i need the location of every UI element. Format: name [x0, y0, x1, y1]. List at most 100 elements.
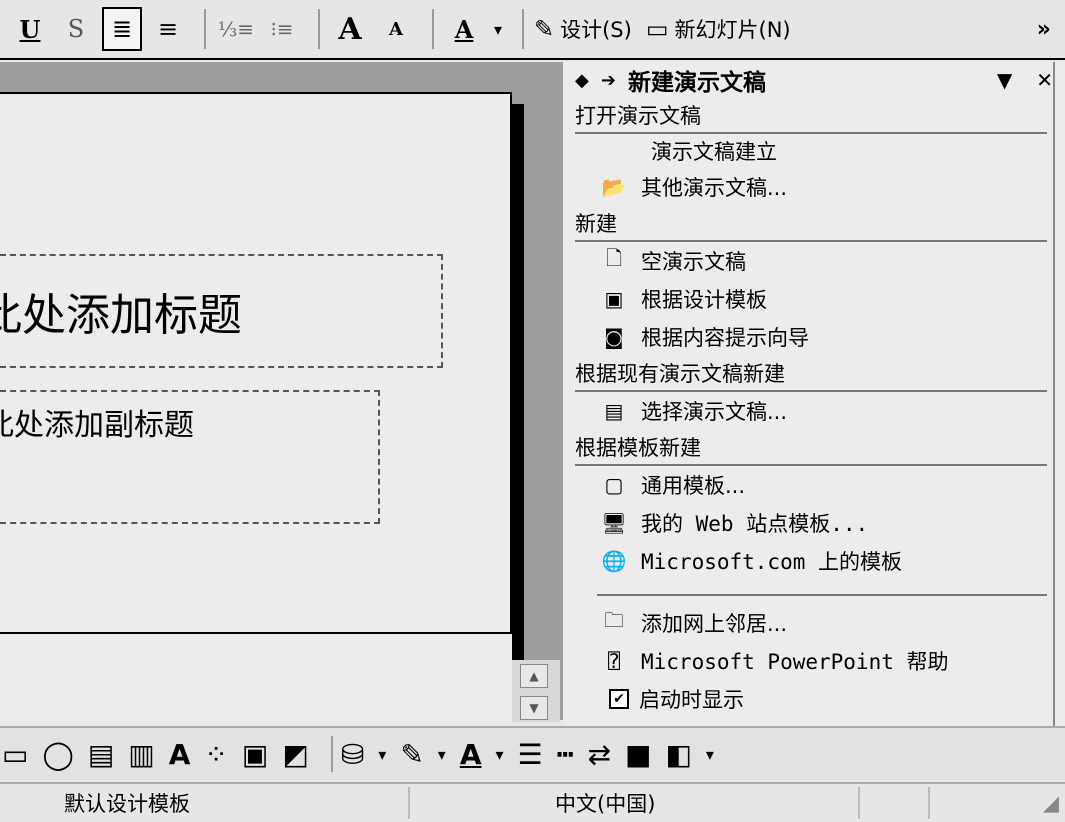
item-label: Microsoft PowerPoint 帮助 — [641, 650, 949, 674]
item-label: 选择演示文稿... — [641, 400, 788, 424]
scroll-up-button[interactable]: ▲ — [520, 664, 548, 688]
section-open: 打开演示文稿 — [575, 104, 1047, 134]
wordart-a-icon[interactable]: A — [169, 738, 191, 771]
shadow-style-icon[interactable]: ■ — [625, 738, 651, 771]
more-tools-icon[interactable]: ▾ — [706, 745, 714, 764]
notes-pane[interactable] — [0, 632, 512, 722]
web-template-icon: 🖥 — [601, 511, 627, 535]
scroll-down-button[interactable]: ▼ — [520, 696, 548, 720]
center-icon: ≡ — [157, 15, 179, 43]
align-left-icon: ≣ — [111, 15, 133, 43]
create-presentation-link[interactable]: 演示文稿建立 — [575, 134, 1053, 168]
back-icon[interactable]: ◆ — [575, 70, 589, 91]
show-at-startup-checkbox[interactable]: ✔ — [609, 689, 629, 709]
microsoft-templates-link[interactable]: 🌐 Microsoft.com 上的模板 — [575, 542, 1053, 580]
item-label: 添加网上邻居... — [641, 612, 788, 636]
toolbar-more-button[interactable]: » — [1037, 17, 1051, 42]
status-blank-cell — [860, 787, 930, 819]
shadow-button[interactable]: S — [56, 7, 96, 51]
close-icon[interactable]: ✕ — [1036, 68, 1053, 92]
item-label: 我的 Web 站点模板... — [641, 512, 869, 536]
task-pane-title: 新建演示文稿 — [627, 70, 766, 96]
formatting-toolbar: U S ≣ ≡ ⅓≡ ⁝≡ A A A ▾ ✎ 设计(S) ▭ 新幻灯片(N) … — [0, 0, 1065, 60]
title-placeholder[interactable]: 此处添加标题 — [0, 254, 443, 368]
toolbar-separator — [330, 736, 333, 772]
design-template-icon: ▣ — [604, 287, 624, 311]
subtitle-placeholder-text: 此处添加副标题 — [0, 408, 194, 443]
general-template-icon: ▢ — [604, 473, 624, 497]
blank-page-icon: 🗋 — [605, 246, 623, 270]
3d-style-icon[interactable]: ◧ — [665, 738, 691, 771]
textbox-icon[interactable]: ▤ — [88, 738, 114, 771]
arrow-style-icon[interactable]: ⇄ — [588, 738, 611, 771]
wizard-icon: ◙ — [604, 325, 624, 349]
section-new: 新建 — [575, 212, 1047, 242]
rectangle-icon[interactable]: ▭ — [2, 738, 28, 771]
toolbar-separator — [432, 9, 434, 49]
new-slide-button[interactable]: ▭ 新幻灯片(N) — [646, 14, 791, 44]
general-templates-link[interactable]: ▢ 通用模板... — [575, 466, 1053, 504]
slide-workspace: 此处添加标题 此处添加副标题 — [0, 62, 563, 720]
choose-presentation-icon: ▤ — [604, 399, 624, 423]
font-color-icon[interactable]: A — [460, 738, 482, 771]
pane-menu-icon[interactable]: ▼ — [997, 68, 1012, 92]
autocontent-wizard-link[interactable]: ◙ 根据内容提示向导 — [575, 318, 1053, 356]
task-pane-header: ◆ ➔ 新建演示文稿 ▼ ✕ — [575, 62, 1053, 98]
forward-icon[interactable]: ➔ — [601, 70, 616, 91]
toolbar-separator — [318, 9, 320, 49]
add-network-place-link[interactable]: 🗀 添加网上邻居... — [575, 604, 1053, 642]
item-label: 启动时显示 — [639, 688, 744, 712]
numbering-button[interactable]: ⅓≡ — [216, 7, 256, 51]
status-bar: 默认设计模板 中文(中国) ◢ — [0, 782, 1065, 822]
increase-font-button[interactable]: A — [330, 7, 370, 51]
slide-canvas[interactable]: 此处添加标题 此处添加副标题 — [0, 92, 512, 664]
decrease-font-button[interactable]: A — [376, 7, 416, 51]
item-label: 空演示文稿 — [641, 250, 746, 274]
design-icon: ✎ — [534, 15, 555, 43]
network-place-icon: 🗀 — [604, 608, 624, 632]
web-templates-link[interactable]: 🖥 我的 Web 站点模板... — [575, 504, 1053, 542]
bullets-button[interactable]: ⁝≡ — [262, 7, 302, 51]
wordart-icon[interactable]: ▥ — [128, 738, 154, 771]
powerpoint-help-link[interactable]: ⍰ Microsoft PowerPoint 帮助 — [575, 642, 1053, 680]
globe-icon: 🌐 — [601, 549, 627, 573]
new-slide-label: 新幻灯片(N) — [674, 18, 791, 42]
status-language: 中文(中国) — [410, 787, 860, 819]
title-placeholder-text: 此处添加标题 — [0, 290, 242, 341]
section-from-template: 根据模板新建 — [575, 436, 1047, 466]
font-color-dropdown[interactable]: ▾ — [490, 7, 506, 51]
item-label: 根据内容提示向导 — [641, 326, 809, 350]
subtitle-placeholder[interactable]: 此处添加副标题 — [0, 390, 380, 524]
show-at-startup-option[interactable]: ✔ 启动时显示 — [575, 680, 1053, 718]
design-button[interactable]: ✎ 设计(S) — [534, 14, 632, 44]
item-label: 演示文稿建立 — [651, 140, 777, 164]
resize-grip-icon[interactable]: ◢ — [1043, 791, 1059, 815]
pane-edge — [1053, 62, 1065, 726]
other-presentations-link[interactable]: 📂 其他演示文稿... — [575, 168, 1053, 206]
open-folder-icon: 📂 — [601, 175, 627, 199]
center-button[interactable]: ≡ — [148, 7, 188, 51]
line-dropdown-icon[interactable]: ▾ — [438, 745, 446, 764]
font-color-button[interactable]: A — [444, 7, 484, 51]
drawing-toolbar: ▭ ◯ ▤ ▥ A ⁘ ▣ ◩ ⛁ ▾ ✎ ▾ A ▾ ☰ ┅ ⇄ ■ ◧ ▾ — [0, 726, 1065, 780]
line-color-icon[interactable]: ✎ — [400, 738, 423, 771]
align-left-button[interactable]: ≣ — [102, 7, 142, 51]
oval-icon[interactable]: ◯ — [42, 738, 73, 771]
fill-dropdown-icon[interactable]: ▾ — [378, 745, 386, 764]
status-language-text: 中文(中国) — [555, 792, 656, 816]
clipart-icon[interactable]: ▣ — [242, 738, 268, 771]
choose-presentation-link[interactable]: ▤ 选择演示文稿... — [575, 392, 1053, 430]
section-from-existing: 根据现有演示文稿新建 — [575, 362, 1047, 392]
status-design-template: 默认设计模板 — [0, 787, 410, 819]
dash-style-icon[interactable]: ┅ — [557, 738, 574, 771]
blank-presentation-link[interactable]: 🗋 空演示文稿 — [575, 242, 1053, 280]
vertical-scrollbar[interactable]: ▲ ▼ — [512, 660, 560, 722]
picture-icon[interactable]: ◩ — [282, 738, 308, 771]
line-style-icon[interactable]: ☰ — [518, 738, 543, 771]
fill-color-icon[interactable]: ⛁ — [341, 738, 364, 771]
underline-button[interactable]: U — [10, 7, 50, 51]
font-color-dropdown-icon[interactable]: ▾ — [496, 745, 504, 764]
item-label: Microsoft.com 上的模板 — [641, 550, 903, 574]
from-design-template-link[interactable]: ▣ 根据设计模板 — [575, 280, 1053, 318]
diagram-icon[interactable]: ⁘ — [204, 738, 227, 771]
